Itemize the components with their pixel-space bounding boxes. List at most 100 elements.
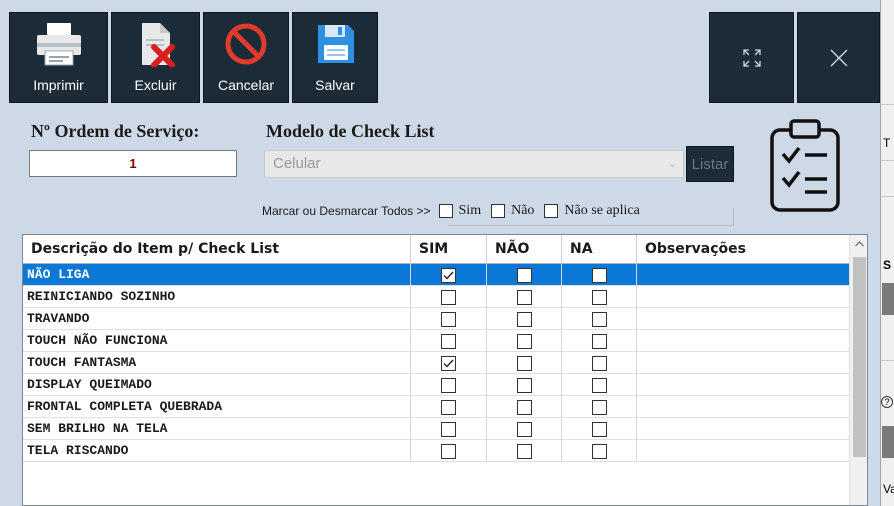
row-observacoes[interactable] xyxy=(637,352,849,374)
table-row[interactable]: TRAVANDO xyxy=(23,308,849,330)
row-nao-cell xyxy=(487,374,562,396)
row-na-cell xyxy=(562,440,637,462)
row-nao-checkbox[interactable] xyxy=(516,421,532,437)
col-descricao[interactable]: Descrição do Item p/ Check List xyxy=(23,235,411,264)
cancelar-label: Cancelar xyxy=(217,77,275,93)
row-na-checkbox[interactable] xyxy=(591,443,607,459)
row-sim-checkbox[interactable] xyxy=(441,311,456,327)
imprimir-label: Imprimir xyxy=(33,77,84,93)
col-na[interactable]: NA xyxy=(562,235,637,264)
row-nao-checkbox[interactable] xyxy=(516,267,532,283)
delete-document-icon xyxy=(112,21,199,67)
table-row[interactable]: FRONTAL COMPLETA QUEBRADA xyxy=(23,396,849,418)
row-nao-checkbox[interactable] xyxy=(516,333,532,349)
row-sim-checkbox[interactable] xyxy=(441,267,456,283)
row-sim-checkbox[interactable] xyxy=(441,377,456,393)
floppy-disk-icon xyxy=(293,21,377,67)
col-sim[interactable]: SIM xyxy=(411,235,487,264)
marcar-sim-label: Sim xyxy=(458,203,482,218)
row-nao-cell xyxy=(487,308,562,330)
close-button[interactable] xyxy=(797,12,880,103)
row-observacoes[interactable] xyxy=(637,396,849,418)
row-sim-checkbox[interactable] xyxy=(441,289,456,305)
row-na-cell xyxy=(562,264,637,286)
row-nao-checkbox[interactable] xyxy=(516,443,532,459)
row-sim-checkbox[interactable] xyxy=(441,355,456,371)
checkmark-icon xyxy=(443,271,454,280)
check-list-window: Imprimir Excluir Cancelar Salvar Nº Orde… xyxy=(0,0,880,506)
salvar-label: Salvar xyxy=(315,77,355,93)
row-na-checkbox[interactable] xyxy=(591,267,607,283)
table-row[interactable]: REINICIANDO SOZINHO xyxy=(23,286,849,308)
cancel-icon xyxy=(204,21,288,67)
close-icon xyxy=(830,49,847,66)
row-na-checkbox[interactable] xyxy=(591,355,607,371)
marcar-sim-checkbox[interactable]: Sim xyxy=(438,203,482,219)
row-nao-checkbox[interactable] xyxy=(516,377,532,393)
right-strip-s: S xyxy=(883,258,892,272)
row-observacoes[interactable] xyxy=(637,418,849,440)
row-na-checkbox[interactable] xyxy=(591,421,607,437)
row-sim-checkbox[interactable] xyxy=(441,333,456,349)
modelo-select-value: Celular xyxy=(273,155,321,172)
row-observacoes[interactable] xyxy=(637,330,849,352)
row-observacoes[interactable] xyxy=(637,308,849,330)
modelo-select[interactable]: Celular ⌄ xyxy=(264,150,684,178)
ordem-input[interactable]: 1 xyxy=(29,150,237,177)
excluir-button[interactable]: Excluir xyxy=(111,12,200,103)
row-sim-cell xyxy=(411,264,487,286)
right-strip-t: T xyxy=(883,136,891,150)
row-na-cell xyxy=(562,330,637,352)
row-sim-checkbox[interactable] xyxy=(441,443,456,459)
row-na-checkbox[interactable] xyxy=(591,311,607,327)
marcar-na-checkbox[interactable]: Não se aplica xyxy=(544,203,640,219)
cancelar-button[interactable]: Cancelar xyxy=(203,12,289,103)
row-sim-checkbox[interactable] xyxy=(441,399,456,415)
row-na-checkbox[interactable] xyxy=(591,289,607,305)
table-row[interactable]: NÃO LIGA xyxy=(23,264,849,286)
table-row[interactable]: TELA RISCANDO xyxy=(23,440,849,462)
scroll-up-icon[interactable] xyxy=(850,235,867,253)
imprimir-button[interactable]: Imprimir xyxy=(9,12,108,103)
row-descricao: REINICIANDO SOZINHO xyxy=(23,286,411,308)
row-nao-cell xyxy=(487,286,562,308)
grid-vertical-scrollbar[interactable] xyxy=(849,235,867,505)
row-na-cell xyxy=(562,396,637,418)
row-observacoes[interactable] xyxy=(637,440,849,462)
modelo-label: Modelo de Check List xyxy=(266,121,435,141)
table-row[interactable]: DISPLAY QUEIMADO xyxy=(23,374,849,396)
row-observacoes[interactable] xyxy=(637,374,849,396)
row-na-cell xyxy=(562,374,637,396)
row-nao-cell xyxy=(487,396,562,418)
table-row[interactable]: SEM BRILHO NA TELA xyxy=(23,418,849,440)
marcar-nao-checkbox[interactable]: Não xyxy=(491,203,534,219)
maximize-button[interactable] xyxy=(709,12,794,103)
row-observacoes[interactable] xyxy=(637,286,849,308)
row-na-checkbox[interactable] xyxy=(591,333,607,349)
row-nao-checkbox[interactable] xyxy=(516,355,532,371)
marcar-todos-label: Marcar ou Desmarcar Todos >> xyxy=(262,204,431,218)
checkbox-box xyxy=(438,204,453,218)
table-row[interactable]: TOUCH NÃO FUNCIONA xyxy=(23,330,849,352)
row-sim-checkbox[interactable] xyxy=(441,421,456,437)
row-na-checkbox[interactable] xyxy=(591,377,607,393)
printer-icon xyxy=(10,21,107,67)
row-observacoes[interactable] xyxy=(637,264,849,286)
background-window-strip: T S ? Va xyxy=(880,0,894,506)
listar-button[interactable]: Listar xyxy=(686,146,734,182)
row-descricao: TOUCH NÃO FUNCIONA xyxy=(23,330,411,352)
row-na-cell xyxy=(562,418,637,440)
col-observacoes[interactable]: Observações xyxy=(637,235,849,264)
row-nao-checkbox[interactable] xyxy=(516,399,532,415)
checklist-grid: Descrição do Item p/ Check List SIM NÃO … xyxy=(22,234,868,506)
row-na-checkbox[interactable] xyxy=(591,399,607,415)
table-row[interactable]: TOUCH FANTASMA xyxy=(23,352,849,374)
checkbox-box xyxy=(491,204,506,218)
col-nao[interactable]: NÃO xyxy=(487,235,562,264)
row-sim-cell xyxy=(411,418,487,440)
salvar-button[interactable]: Salvar xyxy=(292,12,378,103)
grid-header: Descrição do Item p/ Check List SIM NÃO … xyxy=(23,235,849,264)
row-nao-checkbox[interactable] xyxy=(516,289,532,305)
row-nao-checkbox[interactable] xyxy=(516,311,532,327)
scroll-thumb[interactable] xyxy=(853,257,866,457)
